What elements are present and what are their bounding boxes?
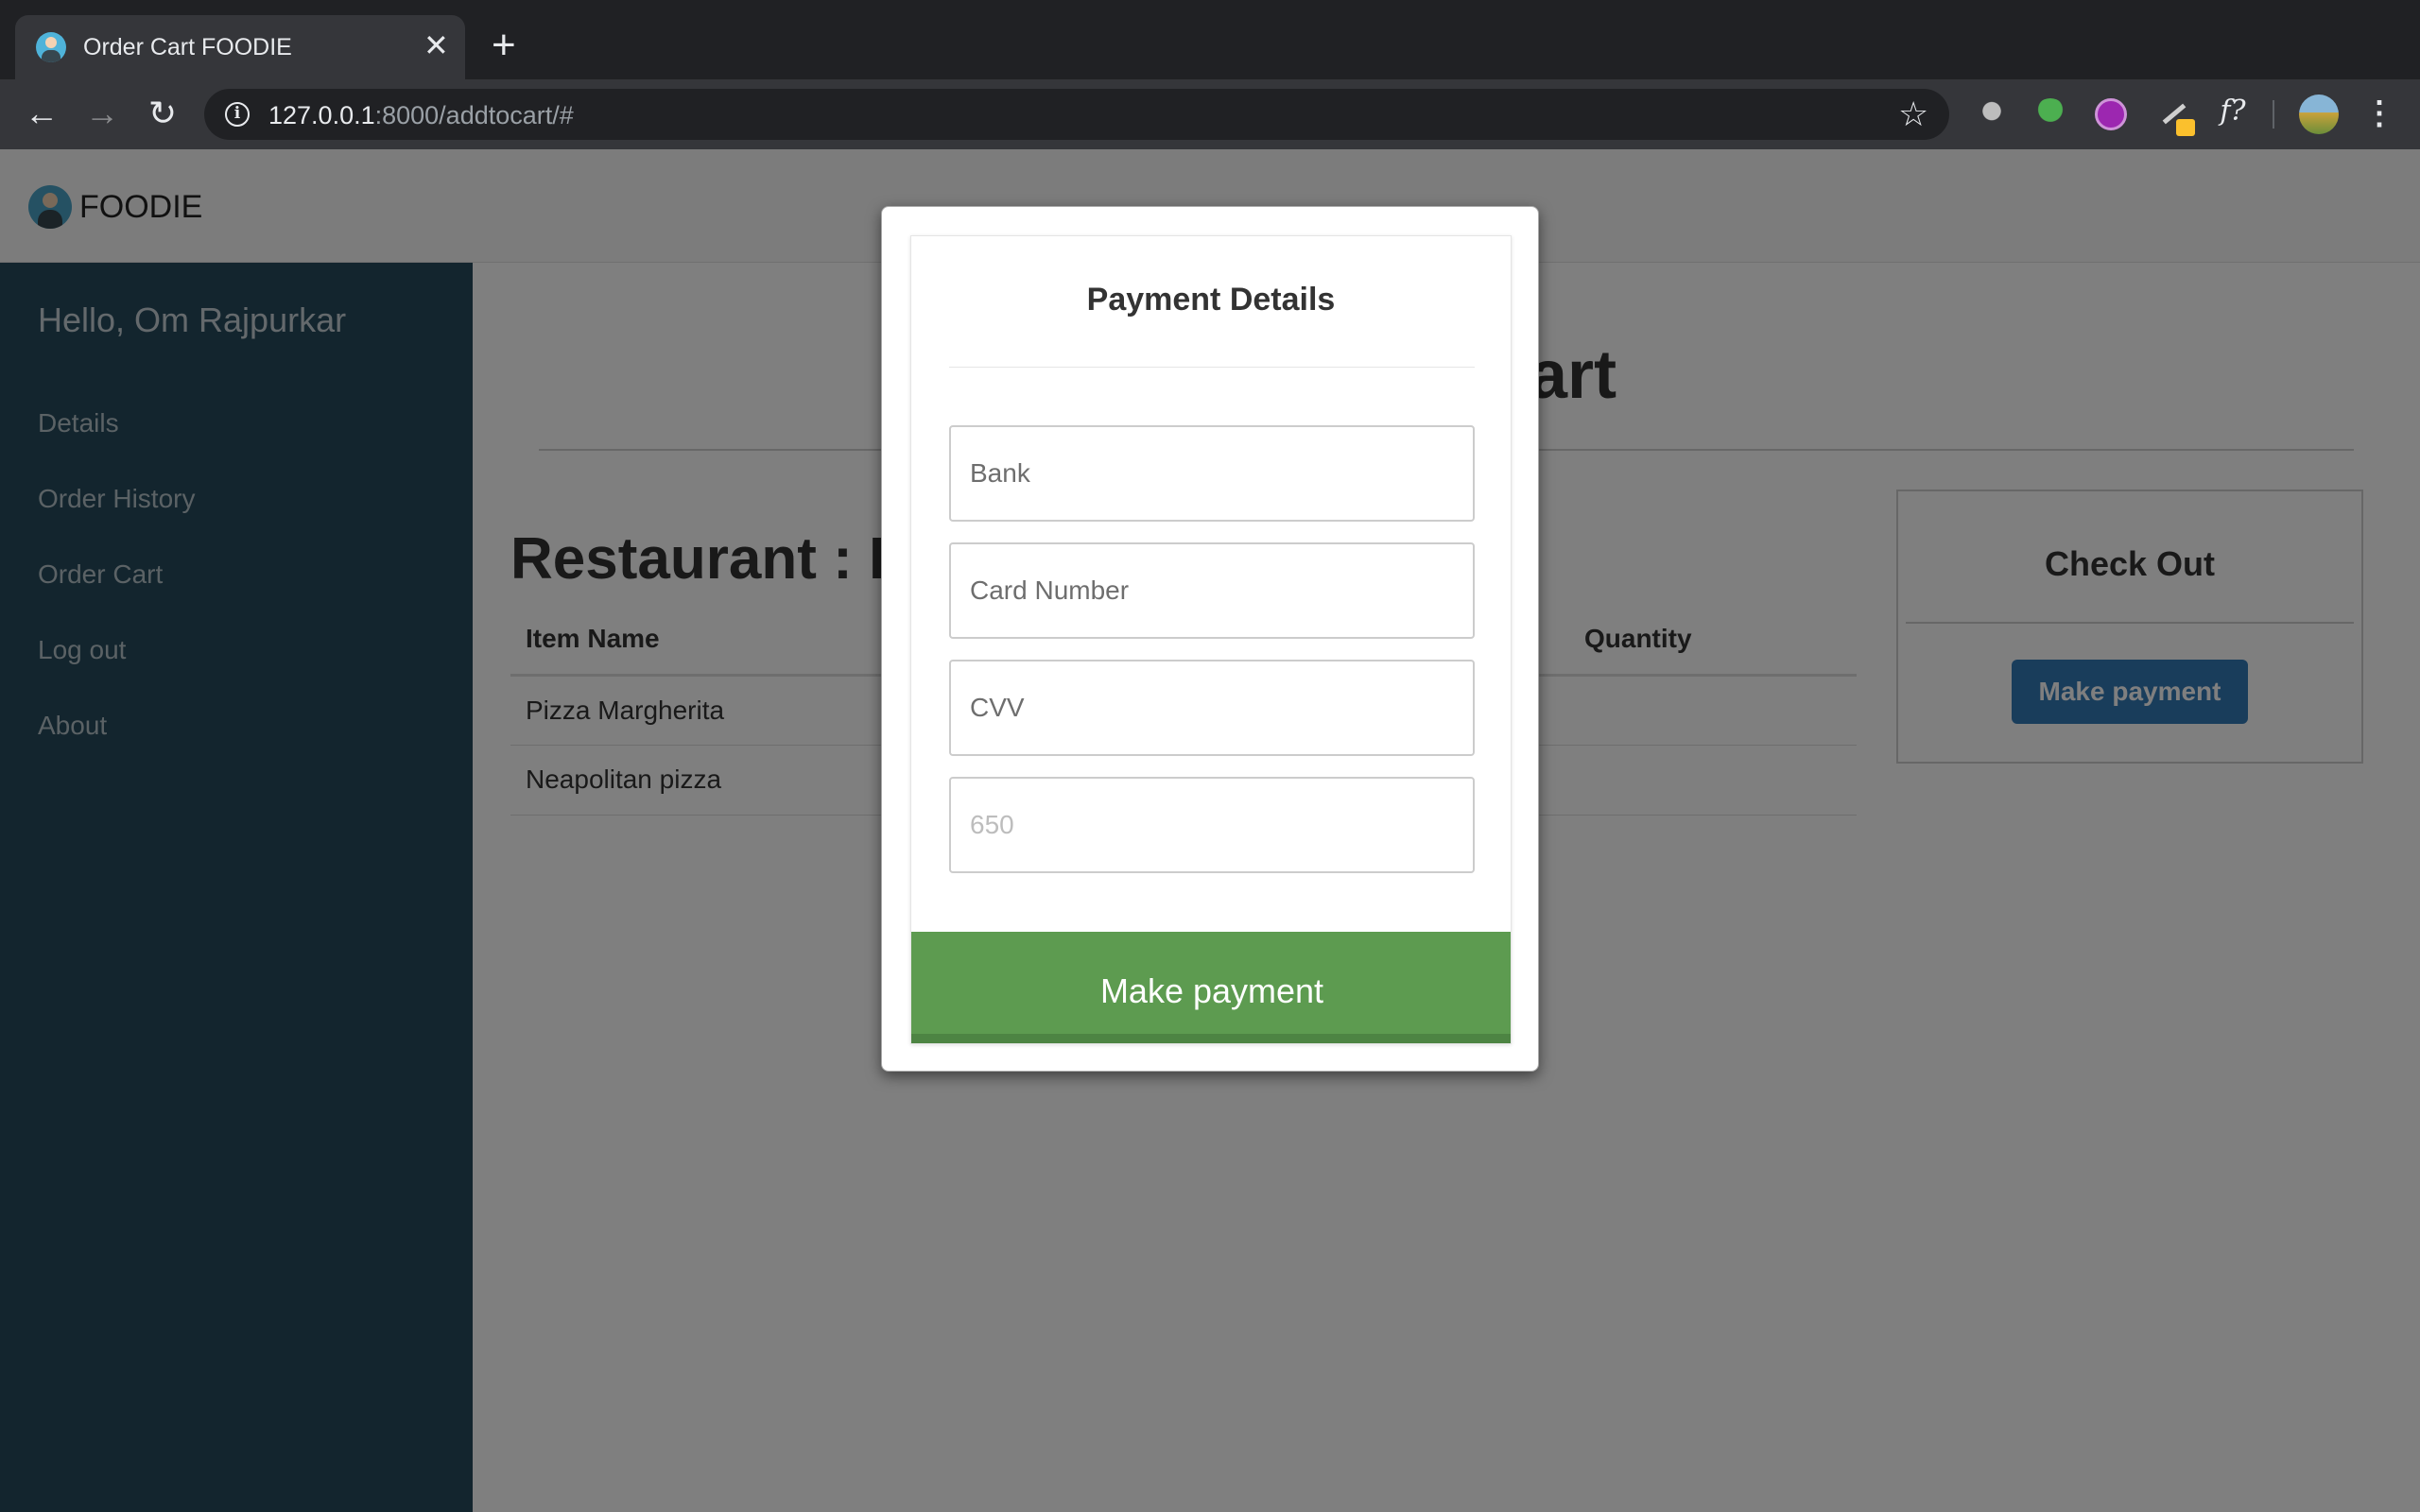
toolbar-separator <box>2273 100 2274 129</box>
profile-avatar[interactable] <box>2299 94 2339 134</box>
extension-pencil-icon[interactable] <box>2157 98 2195 136</box>
browser-toolbar: ← → ↻ i 127.0.0.1:8000/addtocart/# ☆ f? … <box>0 79 2420 149</box>
reload-icon[interactable]: ↻ <box>142 93 183 134</box>
url-host: 127.0.0.1 <box>268 101 375 129</box>
extension-formula-icon[interactable]: f? <box>2214 93 2252 130</box>
extension-ghost-icon[interactable] <box>1976 98 2008 130</box>
modal-divider <box>949 367 1475 368</box>
browser-menu-icon[interactable]: ⋮ <box>2363 93 2395 134</box>
cvv-input[interactable] <box>949 660 1475 756</box>
back-arrow-icon[interactable]: ← <box>21 93 62 134</box>
browser-tab[interactable]: Order Cart FOODIE ✕ <box>15 15 465 79</box>
tab-title: Order Cart FOODIE <box>83 34 292 60</box>
bank-input[interactable] <box>949 425 1475 522</box>
modal-title: Payment Details <box>1086 282 1336 318</box>
forward-arrow-icon[interactable]: → <box>81 93 123 134</box>
new-tab-icon[interactable]: + <box>492 25 516 66</box>
browser-tab-strip: Order Cart FOODIE ✕ + <box>0 0 2420 79</box>
bookmark-star-icon[interactable]: ☆ <box>1898 94 1928 134</box>
card-number-input[interactable] <box>949 542 1475 639</box>
web-page: FOODIE Hello, Om Rajpurkar Details Order… <box>0 149 2420 1512</box>
url-text[interactable]: 127.0.0.1:8000/addtocart/# <box>268 101 574 130</box>
foodie-favicon-icon <box>36 32 66 62</box>
site-info-icon[interactable]: i <box>225 102 250 127</box>
payment-modal: Payment Details Make payment <box>881 206 1539 1072</box>
address-bar[interactable]: i 127.0.0.1:8000/addtocart/# ☆ <box>204 89 1949 140</box>
url-path: :8000/addtocart/# <box>374 101 574 129</box>
amount-input[interactable] <box>949 777 1475 873</box>
close-tab-icon[interactable]: ✕ <box>424 28 449 62</box>
payment-form-panel: Payment Details Make payment <box>910 235 1512 1044</box>
make-payment-button[interactable]: Make payment <box>911 932 1511 1043</box>
extension-tree-icon[interactable] <box>2034 98 2066 130</box>
extension-purple-icon[interactable] <box>2095 98 2127 130</box>
